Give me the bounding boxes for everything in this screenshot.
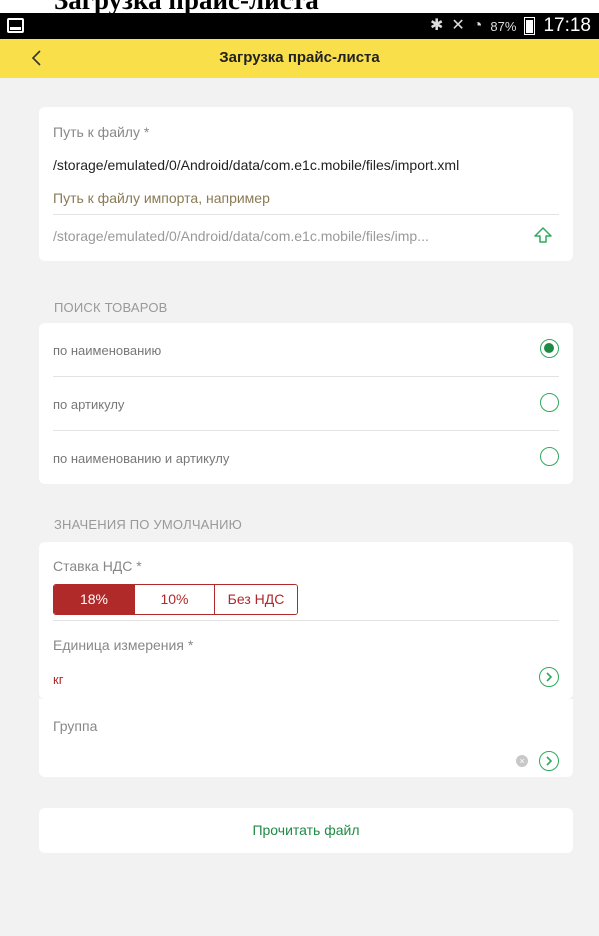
chevron-right-icon[interactable] <box>539 751 559 771</box>
status-bar: ✱ ✕ ◔ 87% 17:18 <box>0 13 599 39</box>
radio-label: по артикулу <box>53 397 125 412</box>
read-file-button[interactable]: Прочитать файл <box>39 808 573 853</box>
window-title-strip: Загрузка прайс-листа <box>0 0 599 13</box>
radio-checked-icon[interactable] <box>540 339 559 358</box>
search-option-name-and-article[interactable]: по наименованию и артикулу <box>39 431 573 484</box>
defaults-card: Ставка НДС * 18% 10% Без НДС Единица изм… <box>39 542 573 699</box>
vat-option-18[interactable]: 18% <box>54 585 134 614</box>
wifi-icon: ◔ <box>472 17 483 34</box>
clock: 17:18 <box>543 15 591 36</box>
chevron-right-icon[interactable] <box>539 667 559 687</box>
clear-icon[interactable]: × <box>516 755 528 767</box>
window-title: Загрузка прайс-листа <box>54 0 319 13</box>
search-option-name[interactable]: по наименованию <box>39 323 573 376</box>
search-section-title: ПОИСК ТОВАРОВ <box>54 300 168 315</box>
search-option-article[interactable]: по артикулу <box>39 377 573 430</box>
divider <box>53 620 559 621</box>
page-title: Загрузка прайс-листа <box>219 49 380 66</box>
path-input[interactable]: /storage/emulated/0/Android/data/com.e1c… <box>53 228 429 244</box>
group-card: Группа × <box>39 699 573 777</box>
vat-label: Ставка НДС * <box>53 558 142 574</box>
radio-label: по наименованию <box>53 343 162 358</box>
file-path-card: Путь к файлу * /storage/emulated/0/Andro… <box>39 107 573 261</box>
vat-option-10[interactable]: 10% <box>134 585 214 614</box>
path-hint: Путь к файлу импорта, например <box>53 190 270 206</box>
screenshot-icon <box>7 18 24 33</box>
defaults-section-title: ЗНАЧЕНИЯ ПО УМОЛЧАНИЮ <box>54 517 243 532</box>
radio-unchecked-icon[interactable] <box>540 393 559 412</box>
upload-icon[interactable] <box>533 225 553 245</box>
search-options-card: по наименованию по артикулу по наименова… <box>39 323 573 484</box>
path-label: Путь к файлу * <box>53 124 150 140</box>
vat-rate-selector[interactable]: 18% 10% Без НДС <box>53 584 298 615</box>
divider <box>53 214 559 215</box>
bluetooth-icon: ✱ <box>429 17 444 34</box>
unit-value[interactable]: кг <box>53 672 63 687</box>
app-bar: Загрузка прайс-листа <box>0 39 599 78</box>
vat-option-none[interactable]: Без НДС <box>214 585 297 614</box>
battery-percent: 87% <box>490 18 517 34</box>
path-value: /storage/emulated/0/Android/data/com.e1c… <box>53 157 460 173</box>
battery-icon <box>524 17 536 35</box>
unit-label: Единица измерения * <box>53 637 194 653</box>
radio-label: по наименованию и артикулу <box>53 451 230 466</box>
radio-unchecked-icon[interactable] <box>540 447 559 466</box>
mute-icon: ✕ <box>451 17 465 34</box>
group-label: Группа <box>53 718 98 734</box>
